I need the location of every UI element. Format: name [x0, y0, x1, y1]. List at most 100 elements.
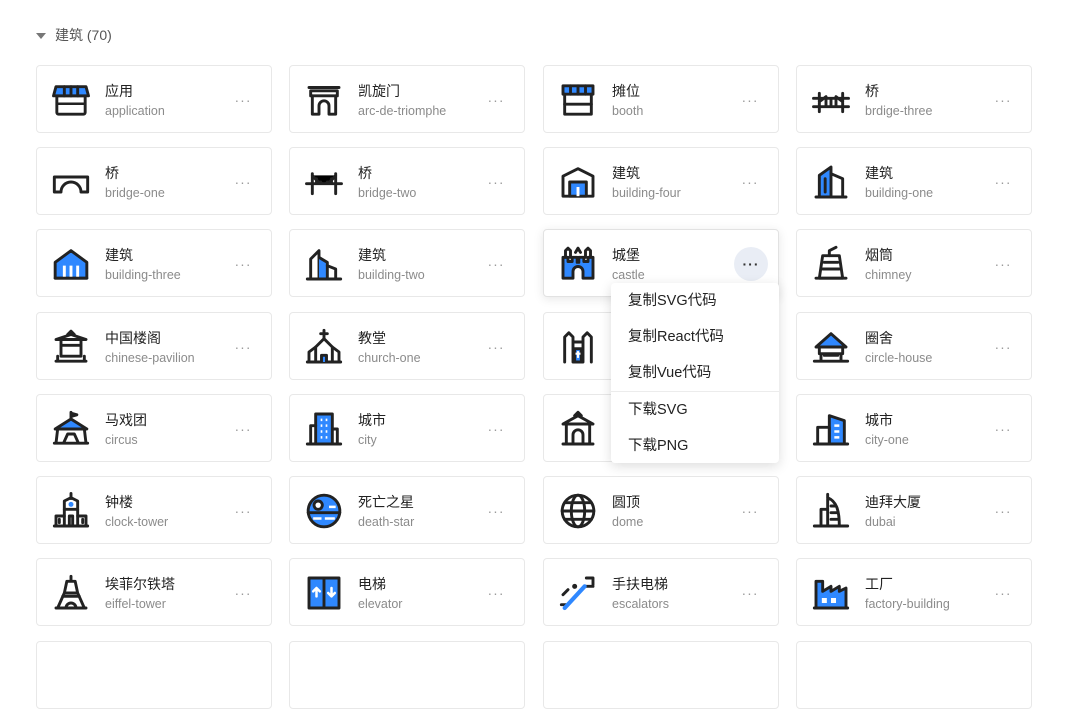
more-options-button[interactable]: ··· [989, 497, 1017, 525]
icon-title: 城市 [865, 412, 893, 428]
icon-name: death-star [358, 515, 415, 529]
icon-card[interactable] [36, 641, 272, 709]
more-options-button[interactable]: ··· [989, 86, 1017, 114]
arch-icon [304, 80, 344, 120]
icon-name: dome [612, 515, 644, 529]
icon-card[interactable] [796, 641, 1032, 709]
dubai-icon [811, 491, 851, 531]
menu-copy-svg[interactable]: 复制SVG代码 [611, 283, 779, 319]
escalators-icon [558, 573, 598, 613]
more-options-button[interactable]: ··· [482, 250, 510, 278]
icon-name: building-four [612, 186, 681, 200]
icon-card[interactable]: 建筑 building-one ··· [796, 147, 1032, 215]
more-options-button[interactable]: ··· [989, 168, 1017, 196]
icon-title: 凯旋门 [358, 83, 400, 99]
bridge-three-icon [811, 80, 851, 120]
icon-name: brdige-three [865, 104, 933, 118]
more-options-button[interactable]: ··· [736, 168, 764, 196]
more-options-button[interactable]: ··· [482, 168, 510, 196]
more-options-button[interactable]: ··· [989, 415, 1017, 443]
bridge-one-icon [51, 162, 91, 202]
icon-card[interactable]: 应用 application ··· [36, 65, 272, 133]
icon-card[interactable]: 建筑 building-three ··· [36, 229, 272, 297]
more-options-button[interactable]: ··· [229, 250, 257, 278]
icon-card[interactable]: 城市 city ··· [289, 394, 525, 462]
icon-card[interactable]: 电梯 elevator ··· [289, 558, 525, 626]
icon-title: 圆顶 [612, 494, 640, 510]
dome-icon [558, 491, 598, 531]
icon-card[interactable]: 钟楼 clock-tower ··· [36, 476, 272, 544]
icon-card[interactable]: 摊位 booth ··· [543, 65, 779, 133]
icon-card[interactable] [543, 641, 779, 709]
icon-card[interactable]: 工厂 factory-building ··· [796, 558, 1032, 626]
building-one-icon [811, 162, 851, 202]
icon-name: application [105, 104, 165, 118]
icon-card[interactable]: 桥 brdige-three ··· [796, 65, 1032, 133]
icon-title: 建筑 [358, 247, 386, 263]
icon-title: 建筑 [105, 247, 133, 263]
icon-name: arc-de-triomphe [358, 104, 447, 118]
menu-download-png[interactable]: 下载PNG [611, 428, 779, 464]
icon-title: 建筑 [865, 165, 893, 181]
icon-card[interactable]: 埃菲尔铁塔 eiffel-tower ··· [36, 558, 272, 626]
building-three-icon [51, 244, 91, 284]
more-options-button[interactable]: ··· [989, 333, 1017, 361]
icon-card[interactable]: 圆顶 dome ··· [543, 476, 779, 544]
icon-card[interactable]: 中国楼阁 chinese-pavilion ··· [36, 312, 272, 380]
icon-name: circus [105, 433, 138, 447]
menu-copy-react[interactable]: 复制React代码 [611, 319, 779, 355]
more-options-button[interactable]: ··· [229, 579, 257, 607]
icon-title: 工厂 [865, 576, 893, 592]
icon-name: bridge-two [358, 186, 417, 200]
icon-card[interactable]: 马戏团 circus ··· [36, 394, 272, 462]
icon-name: city-one [865, 433, 909, 447]
icon-card[interactable]: 桥 bridge-two ··· [289, 147, 525, 215]
menu-download-svg[interactable]: 下载SVG [611, 392, 779, 428]
more-options-button[interactable]: ··· [482, 333, 510, 361]
more-options-button[interactable]: ··· [229, 168, 257, 196]
icon-card[interactable] [289, 641, 525, 709]
icon-name: city [358, 433, 377, 447]
more-options-button[interactable]: ··· [229, 415, 257, 443]
icon-title: 钟楼 [105, 494, 133, 510]
more-options-button[interactable]: ··· [482, 579, 510, 607]
icon-card[interactable]: 手扶电梯 escalators ··· [543, 558, 779, 626]
icon-title: 迪拜大厦 [865, 494, 921, 510]
section-header[interactable]: 建筑 (70) [36, 24, 112, 46]
more-options-button[interactable]: ··· [229, 333, 257, 361]
icon-title: 教堂 [358, 330, 386, 346]
icon-card[interactable]: 教堂 church-one ··· [289, 312, 525, 380]
more-options-button[interactable]: ··· [736, 86, 764, 114]
icon-card[interactable]: 凯旋门 arc-de-triomphe ··· [289, 65, 525, 133]
icon-card[interactable]: 烟筒 chimney ··· [796, 229, 1032, 297]
more-options-button[interactable]: ··· [734, 247, 768, 281]
icon-card[interactable]: 死亡之星 death-star ··· [289, 476, 525, 544]
icon-card[interactable]: 圈舍 circle-house ··· [796, 312, 1032, 380]
section-title: 建筑 (70) [55, 27, 112, 43]
more-options-button[interactable]: ··· [989, 579, 1017, 607]
clock-tower-icon [51, 491, 91, 531]
more-options-button[interactable]: ··· [229, 497, 257, 525]
icon-name: castle [612, 268, 645, 282]
icon-card[interactable]: 建筑 building-four ··· [543, 147, 779, 215]
more-options-button[interactable]: ··· [736, 497, 764, 525]
more-options-button[interactable]: ··· [989, 250, 1017, 278]
icon-title: 城堡 [612, 247, 640, 263]
more-options-button[interactable]: ··· [229, 86, 257, 114]
more-options-button[interactable]: ··· [482, 497, 510, 525]
menu-copy-vue[interactable]: 复制Vue代码 [611, 355, 779, 391]
shop-icon [51, 80, 91, 120]
icon-title: 桥 [105, 165, 119, 181]
icon-card[interactable]: 迪拜大厦 dubai ··· [796, 476, 1032, 544]
icon-title: 埃菲尔铁塔 [105, 576, 175, 592]
icon-card[interactable]: 建筑 building-two ··· [289, 229, 525, 297]
icon-name: chinese-pavilion [105, 351, 195, 365]
factory-icon [811, 573, 851, 613]
icon-card[interactable]: 桥 bridge-one ··· [36, 147, 272, 215]
more-options-button[interactable]: ··· [482, 415, 510, 443]
more-options-button[interactable]: ··· [736, 579, 764, 607]
caret-down-icon[interactable] [36, 32, 46, 39]
more-options-button[interactable]: ··· [482, 86, 510, 114]
icon-title: 中国楼阁 [105, 330, 161, 346]
icon-card[interactable]: 城市 city-one ··· [796, 394, 1032, 462]
